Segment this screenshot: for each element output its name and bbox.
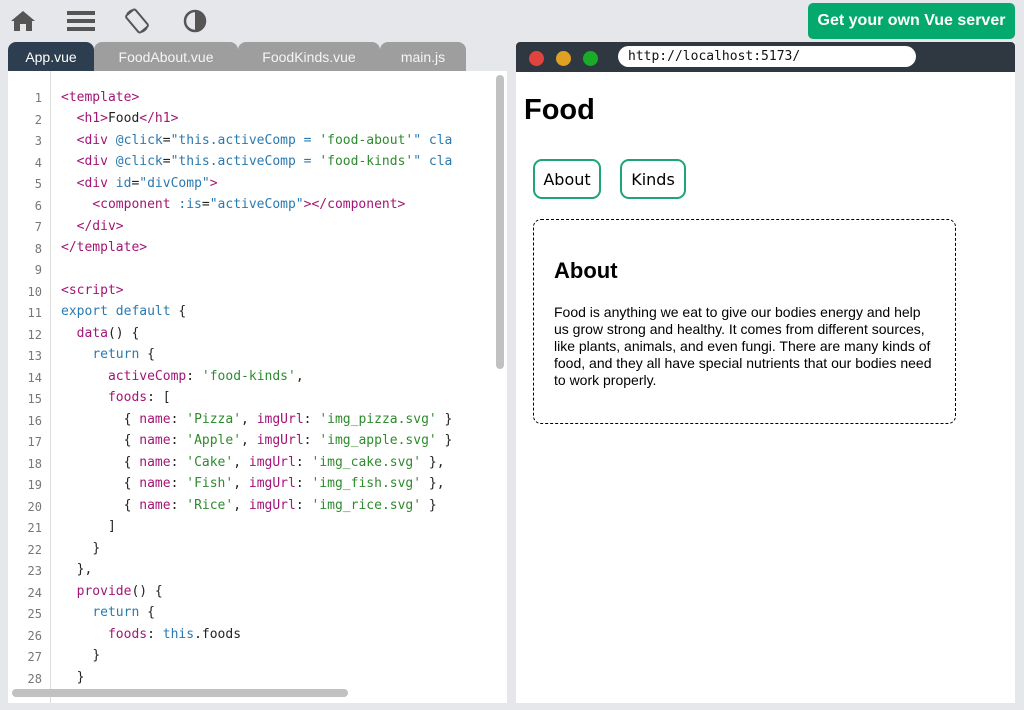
line-number: 11 bbox=[27, 306, 42, 320]
code-line: </template> bbox=[61, 240, 148, 255]
contrast-icon[interactable] bbox=[182, 8, 208, 34]
get-vue-server-button[interactable]: Get your own Vue server bbox=[808, 3, 1015, 39]
code-line: </div> bbox=[76, 219, 124, 234]
code-editor[interactable]: 1 2 3 4 5 6 7 8 9 10 11 12 13 14 15 16 17 18 19 20 21 22 23 24 2… bbox=[8, 71, 507, 703]
vertical-scrollbar[interactable] bbox=[496, 75, 504, 369]
code-line: <script> bbox=[61, 283, 124, 298]
line-number: 14 bbox=[27, 370, 42, 385]
line-number: 17 bbox=[27, 435, 42, 449]
line-number: 5 bbox=[34, 177, 42, 191]
rotate-icon[interactable] bbox=[124, 8, 150, 34]
menu-icon[interactable] bbox=[67, 8, 95, 34]
line-number: 20 bbox=[27, 499, 42, 514]
line-number: 18 bbox=[27, 456, 42, 471]
kinds-button[interactable]: Kinds bbox=[620, 159, 686, 199]
tab-foodkinds-vue[interactable]: FoodKinds.vue bbox=[238, 42, 380, 71]
line-number: 19 bbox=[27, 478, 42, 492]
line-number: 15 bbox=[27, 392, 42, 406]
line-number: 21 bbox=[27, 521, 42, 535]
code-line: foods: [ bbox=[107, 390, 171, 405]
home-icon[interactable] bbox=[10, 8, 36, 34]
line-number: 1 bbox=[34, 91, 42, 105]
line-number: 10 bbox=[27, 284, 42, 299]
line-number: 2 bbox=[34, 112, 42, 127]
page-title: Food bbox=[524, 94, 595, 126]
code-line: { name: 'Cake', imgUrl: 'img_cake.svg' }… bbox=[123, 455, 445, 470]
code-line: activeComp: 'food-kinds', bbox=[107, 369, 304, 384]
code-line: <div id="divComp"> bbox=[76, 176, 218, 191]
about-button[interactable]: About bbox=[533, 159, 601, 199]
line-number: 23 bbox=[27, 564, 42, 578]
maximize-dot-icon[interactable] bbox=[583, 51, 598, 66]
code-line: provide() { bbox=[76, 584, 163, 599]
line-number: 8 bbox=[34, 241, 42, 256]
code-line: { name: 'Rice', imgUrl: 'img_rice.svg' } bbox=[123, 498, 437, 513]
line-number-gutter: 1 2 3 4 5 6 7 8 9 10 11 12 13 14 15 16 17 18 19 20 21 22 23 24 2… bbox=[8, 71, 51, 703]
code-line: return { bbox=[92, 605, 155, 620]
browser-preview: http://localhost:5173/ Food About Kinds … bbox=[516, 42, 1015, 703]
line-number: 26 bbox=[27, 628, 42, 643]
line-number: 7 bbox=[34, 220, 42, 234]
line-number: 12 bbox=[27, 327, 42, 342]
code-line: <div @click="this.activeComp = 'food-abo… bbox=[76, 133, 453, 148]
component-container: About Food is anything we eat to give ou… bbox=[533, 219, 956, 424]
component-text: Food is anything we eat to give our bodi… bbox=[554, 304, 932, 388]
code-line: foods: this.foods bbox=[107, 627, 242, 642]
minimize-dot-icon[interactable] bbox=[556, 51, 571, 66]
component-heading: About bbox=[554, 258, 618, 283]
file-tabs: App.vue FoodAbout.vue FoodKinds.vue main… bbox=[8, 42, 468, 71]
line-number: 3 bbox=[34, 134, 42, 148]
line-number: 9 bbox=[34, 263, 42, 277]
code-line: <component :is="activeComp"></component> bbox=[92, 197, 406, 212]
close-dot-icon[interactable] bbox=[529, 51, 544, 66]
code-line: <h1>Food</h1> bbox=[76, 111, 179, 126]
code-line: export default { bbox=[61, 304, 187, 319]
line-number: 24 bbox=[27, 585, 42, 600]
code-line: } bbox=[92, 648, 101, 663]
code-line: <div @click="this.activeComp = 'food-kin… bbox=[76, 154, 453, 169]
line-number: 16 bbox=[27, 413, 42, 428]
tab-app-vue[interactable]: App.vue bbox=[8, 42, 94, 71]
code-line: } bbox=[76, 670, 85, 685]
line-number: 13 bbox=[27, 349, 42, 363]
line-number: 4 bbox=[34, 155, 42, 170]
line-number: 28 bbox=[27, 671, 42, 686]
code-line: return { bbox=[92, 347, 155, 362]
line-number: 27 bbox=[27, 650, 42, 664]
toolbar: Get your own Vue server bbox=[0, 0, 1024, 42]
horizontal-scrollbar[interactable] bbox=[12, 689, 348, 697]
code-line: { name: 'Fish', imgUrl: 'img_fish.svg' }… bbox=[123, 476, 445, 491]
browser-titlebar: http://localhost:5173/ bbox=[516, 42, 1015, 72]
code-line: data() { bbox=[76, 326, 140, 341]
code-area[interactable]: <template> <h1>Food</h1> <div @click="th… bbox=[61, 71, 491, 703]
code-line: } bbox=[92, 541, 101, 556]
code-line: ] bbox=[107, 519, 116, 534]
code-line: }, bbox=[76, 562, 93, 577]
tab-foodabout-vue[interactable]: FoodAbout.vue bbox=[94, 42, 238, 71]
line-number: 22 bbox=[27, 542, 42, 557]
code-line: { name: 'Apple', imgUrl: 'img_apple.svg'… bbox=[123, 433, 453, 448]
tab-main-js[interactable]: main.js bbox=[380, 42, 466, 71]
url-bar[interactable]: http://localhost:5173/ bbox=[618, 46, 916, 67]
code-line: <template> bbox=[61, 90, 140, 105]
line-number: 25 bbox=[27, 607, 42, 621]
code-line: { name: 'Pizza', imgUrl: 'img_pizza.svg'… bbox=[123, 412, 453, 427]
line-number: 6 bbox=[34, 198, 42, 213]
